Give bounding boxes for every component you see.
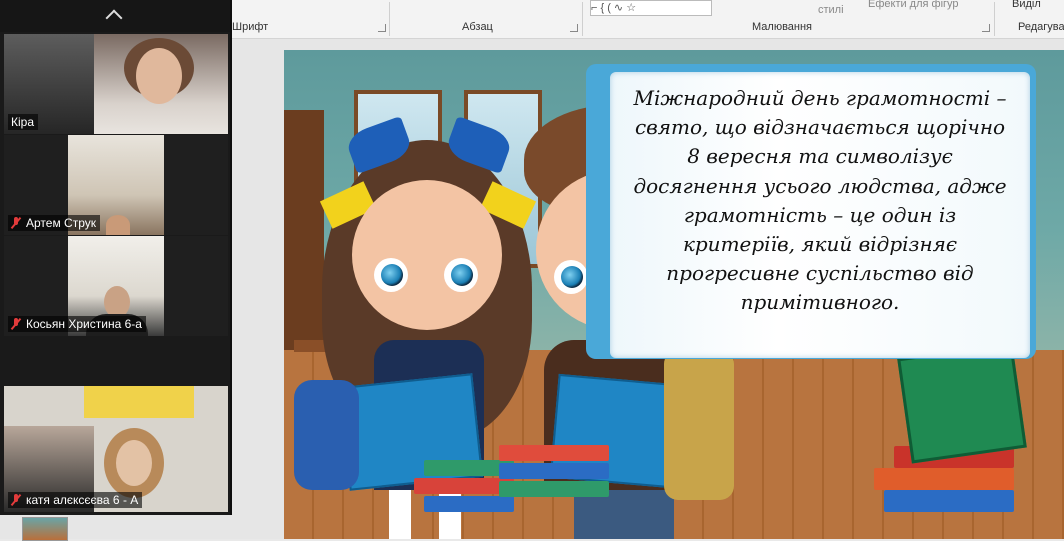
boy-eye: [554, 260, 588, 294]
collapse-chevron-icon[interactable]: [105, 9, 123, 27]
participant-face: [116, 440, 152, 486]
participant-name: Кіра: [8, 114, 39, 130]
group-label-drawing: Малювання: [752, 21, 813, 33]
participant-tile[interactable]: Кіра: [4, 34, 228, 134]
participant-video: [94, 34, 228, 134]
group-label-font: Шрифт: [232, 21, 269, 33]
slide-canvas[interactable]: Міжнародний день грамотності – свято, що…: [284, 50, 1064, 539]
book-stack-item: [424, 496, 514, 512]
slide-thumbnail-strip: [0, 515, 230, 541]
slide-body-text[interactable]: Міжнародний день грамотності – свято, що…: [628, 84, 1012, 318]
muted-mic-icon: [10, 216, 22, 230]
participant-face: [136, 48, 182, 104]
book-stack-item: [499, 463, 609, 479]
slide-thumbnail[interactable]: [22, 517, 68, 541]
video-call-gallery: Кіра Артем Струк Косьян Христина 6-а кат…: [0, 0, 232, 515]
ribbon: Шрифт Абзац ⌐ { ( ∿ ☆ стилі Ефекти для ф…: [230, 0, 1064, 39]
girl-eye: [374, 258, 408, 292]
group-label-paragraph: Абзац: [462, 21, 493, 33]
participant-face: [106, 215, 130, 235]
paragraph-dialog-launcher-icon[interactable]: [570, 24, 578, 32]
font-dialog-launcher-icon[interactable]: [378, 24, 386, 32]
shapes-gallery[interactable]: ⌐ { ( ∿ ☆: [590, 0, 712, 16]
group-label-editing: Редагува: [1018, 21, 1064, 33]
participant-tile[interactable]: Артем Струк: [4, 135, 228, 235]
open-book-text-panel: Міжнародний день грамотності – свято, що…: [586, 64, 1064, 364]
girl-eye: [444, 258, 478, 292]
book-stack-item: [499, 481, 609, 497]
drawing-dialog-launcher-icon[interactable]: [982, 24, 990, 32]
book-stack-item: [874, 468, 1014, 490]
book-page: Міжнародний день грамотності – свято, що…: [610, 72, 1030, 358]
participant-name: Косьян Христина 6-а: [8, 316, 146, 332]
shape-effects-button[interactable]: Ефекти для фігур: [868, 0, 959, 10]
participant-name: Артем Струк: [8, 215, 100, 231]
muted-mic-icon: [10, 317, 22, 331]
muted-mic-icon: [10, 493, 22, 507]
white-sock: [389, 490, 411, 539]
participant-name: катя алєксєєва 6 - А: [8, 492, 143, 508]
ribbon-separator: [994, 2, 995, 36]
blue-backpack: [294, 380, 359, 490]
book-stack-item: [884, 490, 1014, 512]
participant-tile[interactable]: Косьян Христина 6-а: [4, 236, 228, 336]
gallery-top-bar: [0, 0, 230, 32]
participant-video: [84, 386, 194, 418]
quick-styles-label[interactable]: стилі: [818, 4, 844, 16]
boy-jeans: [574, 490, 674, 539]
yellow-backpack: [664, 350, 734, 500]
select-button[interactable]: Виділ: [1012, 0, 1041, 10]
participant-tile[interactable]: катя алєксєєва 6 - А: [4, 386, 228, 512]
girl-face: [352, 180, 502, 330]
book-stack-item: [499, 445, 609, 461]
ribbon-separator: [389, 2, 390, 36]
ribbon-separator: [582, 2, 583, 36]
